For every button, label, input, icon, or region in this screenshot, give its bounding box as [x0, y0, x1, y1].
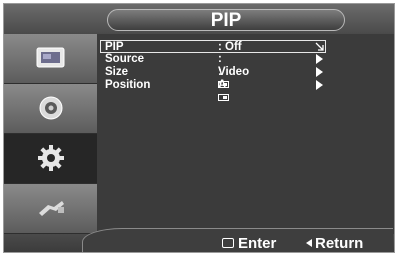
footer-bar: Enter Return: [4, 228, 394, 252]
menu-panel: PIP : Off Source : Video A Size : Positi…: [97, 34, 394, 234]
picture-icon: [36, 47, 65, 68]
menu-row-pip[interactable]: PIP : Off: [100, 40, 326, 53]
sidebar: [4, 34, 97, 234]
pip-position-icon: [218, 94, 229, 102]
enter-hint[interactable]: Enter: [222, 235, 276, 252]
enter-icon: [222, 238, 234, 248]
menu-row-value: :: [218, 79, 229, 105]
menu-row-label: Source: [105, 53, 144, 65]
menu-row-label: Size: [105, 66, 129, 78]
title-bar: PIP: [4, 4, 394, 34]
sidebar-item-sound[interactable]: [4, 84, 97, 134]
enter-corner-icon: [315, 42, 324, 51]
page-title: PIP: [210, 10, 242, 31]
return-label: Return: [315, 235, 364, 252]
arrow-right-icon: [316, 54, 323, 64]
return-hint[interactable]: Return: [306, 235, 363, 252]
menu-row-label: Position: [105, 79, 151, 91]
sidebar-item-setup[interactable]: [4, 134, 97, 184]
arrow-right-icon: [316, 80, 323, 90]
enter-label: Enter: [238, 235, 277, 252]
sidebar-item-picture[interactable]: [4, 34, 97, 84]
return-arrow-icon: [306, 239, 312, 247]
input-plug-icon: [39, 201, 64, 216]
osd-window: PIP PIP: Off Source: Video A Size: Po…: [3, 3, 395, 253]
title-pill: PIP: [107, 9, 345, 31]
sidebar-item-input[interactable]: [4, 184, 97, 234]
setup-gear-icon: [38, 145, 64, 171]
sound-icon: [39, 96, 63, 120]
arrow-right-icon: [316, 67, 323, 77]
